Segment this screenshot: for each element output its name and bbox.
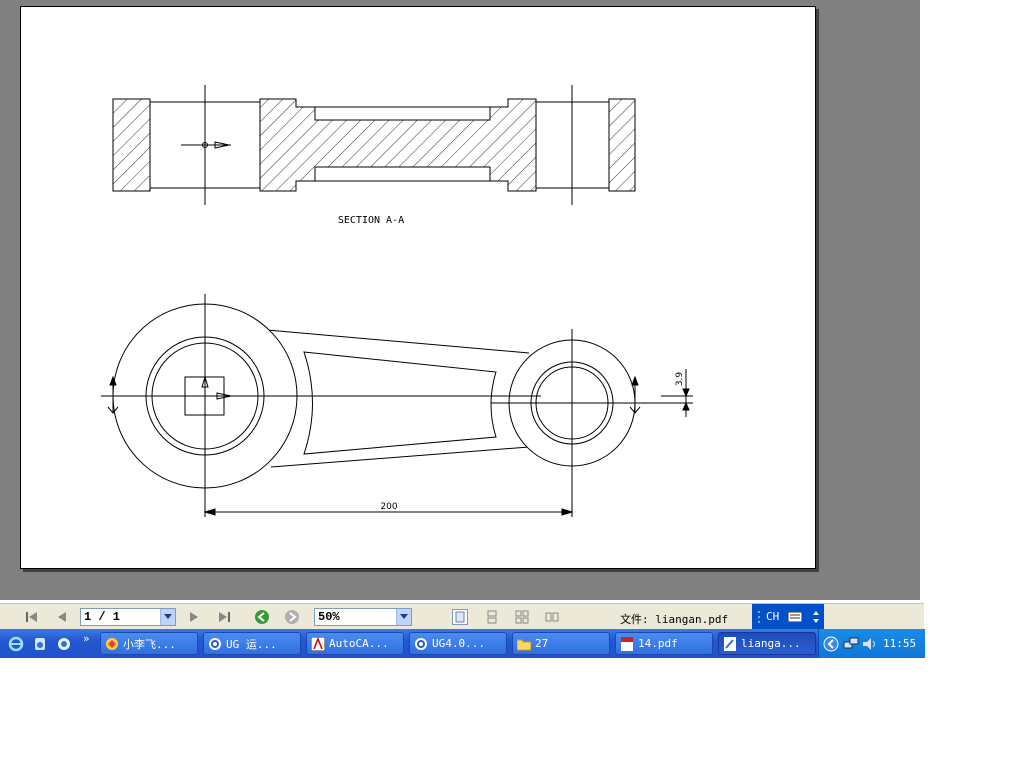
show-desktop-icon [58,638,70,650]
taskbar-item-label: 27 [535,637,549,650]
continuous-view-button[interactable] [484,609,500,625]
continuous-page-icon [487,610,497,624]
zoom-dropdown-button[interactable] [396,609,411,625]
drawing-canvas: SECTION A-A 200 3.9 [101,85,693,517]
dimension-200: 200 [380,502,397,512]
single-page-icon [455,611,465,623]
previous-page-icon [58,612,66,622]
autocad-icon [311,636,325,651]
ie-quicklaunch-button[interactable] [8,636,24,656]
tray-expand-button[interactable] [823,636,839,656]
facing-pages-icon [545,612,559,622]
input-language-label: CH [766,610,780,623]
facing-view-button[interactable] [544,609,560,625]
media-quicklaunch-button[interactable] [32,636,48,656]
language-bar[interactable]: CH [752,604,824,630]
taskbar-item-folder-27[interactable]: 27 [512,632,610,655]
section-label: SECTION A-A [338,215,404,226]
next-page-icon [190,612,198,622]
system-tray: 11:55 [818,629,925,658]
taskbar-item-label: AutoCA... [329,637,389,650]
go-forward-button[interactable] [284,609,300,625]
dimension-3-9: 3.9 [675,372,685,387]
taskbar-item-label: UG 运... [226,637,277,651]
pdf-page: SECTION A-A 200 3.9 [20,6,816,569]
chevron-left-icon [823,636,839,652]
document-icon [724,636,736,651]
last-page-button[interactable] [216,609,232,625]
windows-taskbar: » 小李飞... UG 运... AutoCA... UG4.0... 27 1… [0,629,925,658]
network-icon [843,637,859,649]
taskbar-item-ug4[interactable]: UG4.0... [409,632,507,655]
continuous-facing-icon [515,610,529,624]
folder-icon [517,639,531,650]
media-player-icon [35,638,45,650]
browser-icon [209,637,221,650]
options-arrows-icon [813,611,819,623]
next-page-button[interactable] [186,609,202,625]
speaker-icon [863,638,875,650]
first-page-icon [26,612,37,622]
taskbar-item-label: lianga... [741,637,801,650]
file-name-label: 文件: liangan.pdf [620,613,729,626]
taskbar-item-label: 14.pdf [638,637,678,650]
clock: 11:55 [883,637,917,650]
quicklaunch-expand-icon[interactable]: » [83,632,90,645]
taskbar-item-ug-run[interactable]: UG 运... [203,632,301,655]
app-icon [106,637,118,650]
single-page-view-button[interactable] [452,609,468,625]
document-viewer[interactable]: SECTION A-A 200 3.9 [0,0,920,600]
navigation-toolbar: 1 / 1 50% 文件: liangan.pdf CH [0,603,924,630]
go-back-button[interactable] [254,609,270,625]
taskbar-item-xiaolifei[interactable]: 小李飞... [100,632,198,655]
back-arrow-icon [255,610,269,624]
taskbar-item-label: 小李飞... [123,637,176,651]
continuous-facing-view-button[interactable] [514,609,530,625]
desktop-quicklaunch-button[interactable] [56,636,72,656]
taskbar-item-14-pdf[interactable]: 14.pdf [615,632,713,655]
zoom-value: 50% [318,610,340,624]
chevron-down-icon [164,614,172,619]
zoom-field[interactable]: 50% [314,608,412,626]
previous-page-button[interactable] [54,609,70,625]
forward-arrow-icon [285,610,299,624]
section-view [112,85,636,205]
internet-explorer-icon [8,636,24,652]
chevron-down-icon [400,614,408,619]
grip-icon [758,611,760,623]
keyboard-icon [788,612,802,622]
page-dropdown-button[interactable] [160,609,175,625]
network-tray-icon[interactable] [843,636,859,656]
plan-view [101,294,693,517]
taskbar-item-liangan[interactable]: lianga... [718,632,816,655]
pdf-icon [621,636,633,651]
taskbar-item-label: UG4.0... [432,637,485,650]
first-page-button[interactable] [24,609,40,625]
taskbar-item-autocad[interactable]: AutoCA... [306,632,404,655]
browser-icon [415,637,427,650]
page-number-value: 1 / 1 [84,610,121,624]
page-number-field[interactable]: 1 / 1 [80,608,176,626]
volume-tray-icon[interactable] [861,636,877,656]
last-page-icon [219,612,230,622]
